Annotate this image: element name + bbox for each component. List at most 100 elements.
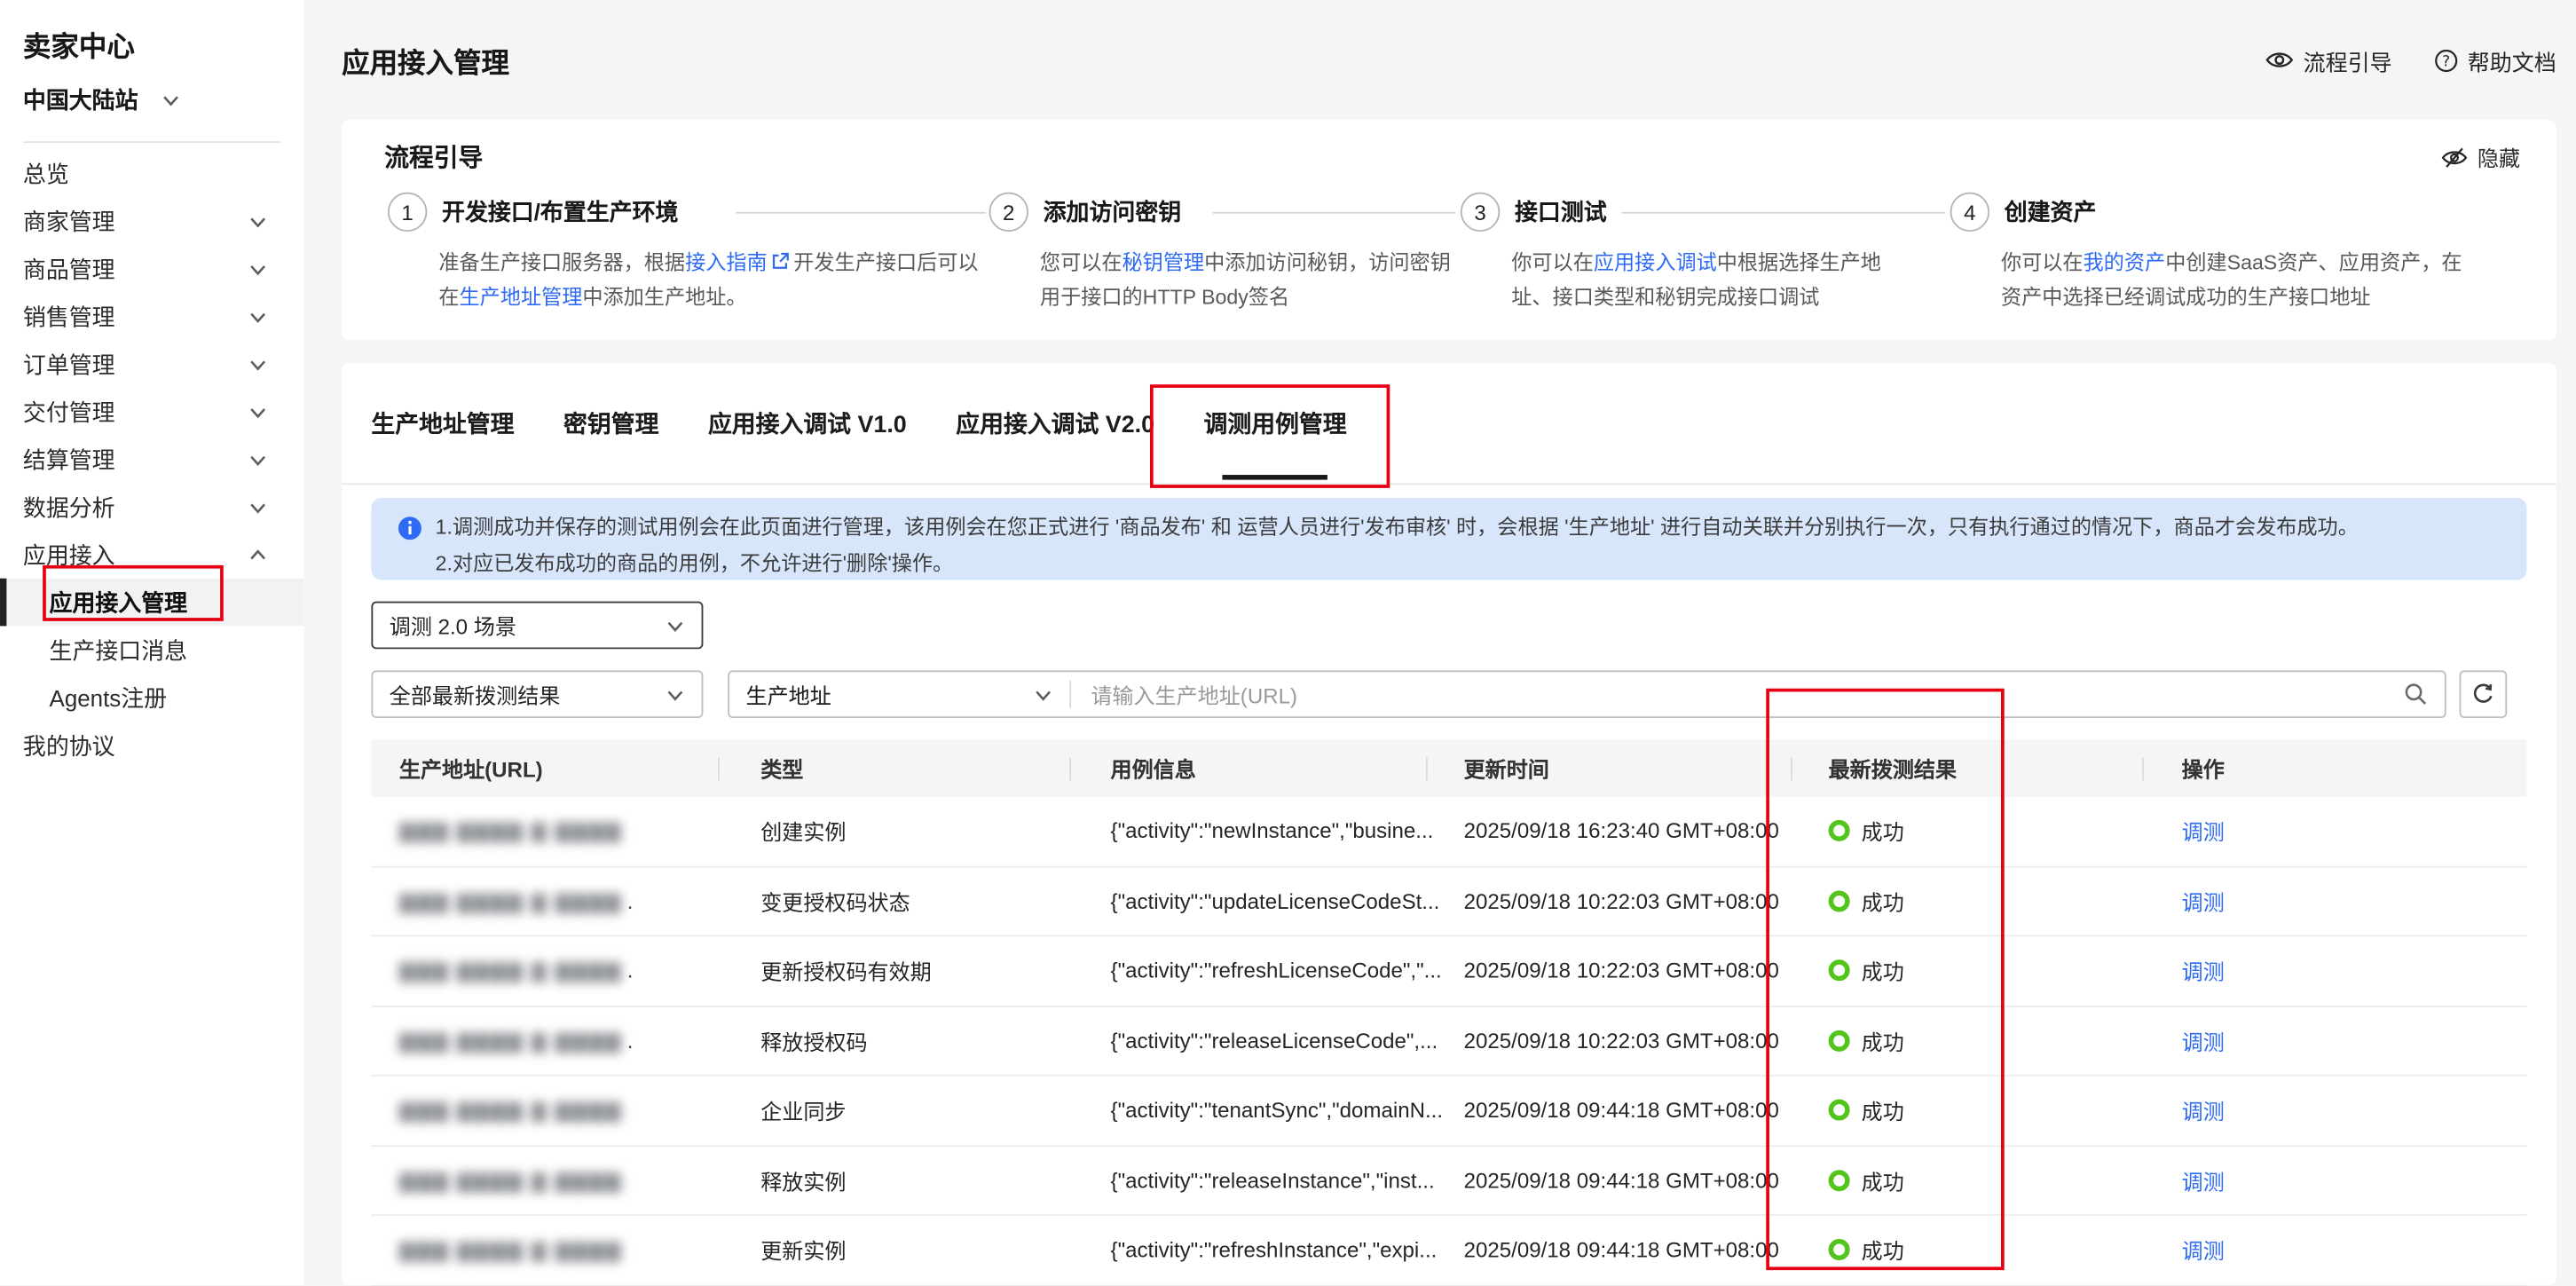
sidebar-item-settlement-mgmt[interactable]: 结算管理 bbox=[0, 436, 304, 484]
main-panel: 生产地址管理密钥管理应用接入调试 V1.0应用接入调试 V2.0调测用例管理 1… bbox=[342, 363, 2556, 1285]
url-suffix: . bbox=[627, 959, 634, 983]
sidebar-item-sales-mgmt[interactable]: 销售管理 bbox=[0, 293, 304, 341]
debug-test-link[interactable]: 调测 bbox=[2182, 1030, 2225, 1054]
search-icon[interactable] bbox=[2387, 682, 2445, 706]
chevron-down-icon bbox=[1034, 684, 1053, 704]
chevron-down-icon bbox=[248, 449, 268, 469]
result-filter-select[interactable]: 全部最新拨测结果 bbox=[371, 670, 703, 718]
debug-test-link[interactable]: 调测 bbox=[2182, 1239, 2225, 1264]
sidebar-item-data-analysis[interactable]: 数据分析 bbox=[0, 483, 304, 531]
filter-row: 全部最新拨测结果 生产地址 请输入生产地址(URL) bbox=[371, 670, 2526, 718]
cell-case-info: {"activity":"newInstance","busine... bbox=[1069, 818, 1426, 843]
guide-link[interactable]: 我的资产 bbox=[2084, 251, 2166, 274]
help-doc-label: 帮助文档 bbox=[2468, 43, 2556, 76]
refresh-button[interactable] bbox=[2460, 670, 2508, 718]
sidebar-divider bbox=[23, 141, 281, 143]
blurred-url: ▇▇▇ ▇▇▇▇ ▇ ▇▇▇▇ bbox=[399, 890, 622, 913]
cell-type: 创建实例 bbox=[718, 816, 1069, 847]
cell-status: 成功 bbox=[1791, 816, 2142, 847]
search-field-select[interactable]: 生产地址 bbox=[729, 679, 1069, 710]
cell-updated-time: 2025/09/18 09:44:18 GMT+08:00 bbox=[1426, 1168, 1791, 1193]
sidebar-item-order-mgmt[interactable]: 订单管理 bbox=[0, 340, 304, 388]
cell-updated-time: 2025/09/18 16:23:40 GMT+08:00 bbox=[1426, 818, 1791, 843]
svg-text:?: ? bbox=[2442, 52, 2450, 69]
table-row: ▇▇▇ ▇▇▇▇ ▇ ▇▇▇▇更新实例{"activity":"refreshI… bbox=[371, 1216, 2526, 1286]
chevron-down-icon bbox=[248, 497, 268, 517]
sidebar-item-label: 销售管理 bbox=[23, 300, 115, 333]
table-row: ▇▇▇ ▇▇▇▇ ▇ ▇▇▇▇.变更授权码状态{"activity":"upda… bbox=[371, 867, 2526, 937]
column-header-0: 生产地址(URL) bbox=[371, 753, 718, 784]
debug-test-link[interactable]: 调测 bbox=[2182, 820, 2225, 845]
success-status-icon bbox=[1829, 1100, 1850, 1121]
step-number-badge: 2 bbox=[989, 193, 1028, 232]
blurred-url: ▇▇▇ ▇▇▇▇ ▇ ▇▇▇▇ bbox=[399, 1239, 622, 1262]
status-label: 成功 bbox=[1862, 1025, 1904, 1056]
region-selector[interactable]: 中国大陆站 bbox=[0, 64, 304, 116]
guide-step-head: 4创建资产 bbox=[1950, 193, 2476, 230]
guide-link[interactable]: 生产地址管理 bbox=[459, 286, 582, 309]
sidebar-item-label: 数据分析 bbox=[23, 491, 115, 524]
external-link-icon bbox=[768, 251, 794, 274]
chevron-down-icon bbox=[248, 306, 268, 326]
guide-toggle-button[interactable]: 流程引导 bbox=[2265, 43, 2392, 76]
cell-url: ▇▇▇ ▇▇▇▇ ▇ ▇▇▇▇ bbox=[371, 818, 718, 843]
cell-status: 成功 bbox=[1791, 1094, 2142, 1125]
table-row: ▇▇▇ ▇▇▇▇ ▇ ▇▇▇▇企业同步{"activity":"tenantSy… bbox=[371, 1077, 2526, 1147]
cell-status: 成功 bbox=[1791, 1025, 2142, 1056]
tab-4[interactable]: 调测用例管理 bbox=[1204, 363, 1347, 483]
cell-case-info: {"activity":"refreshInstance","expi... bbox=[1069, 1238, 1426, 1263]
help-icon: ? bbox=[2435, 49, 2458, 72]
success-status-icon bbox=[1829, 960, 1850, 982]
guide-panel-title: 流程引导 bbox=[384, 139, 483, 174]
guide-steps: 1开发接口/布置生产环境准备生产接口服务器，根据接入指南开发生产接口后可以在生产… bbox=[342, 193, 2556, 351]
debug-test-link[interactable]: 调测 bbox=[2182, 960, 2225, 985]
cell-case-info: {"activity":"updateLicenseCodeSt... bbox=[1069, 888, 1426, 913]
guide-link[interactable]: 接入指南 bbox=[685, 251, 768, 274]
sidebar-item-app-access[interactable]: 应用接入 bbox=[0, 531, 304, 579]
sidebar-item-app-access-mgmt[interactable]: 应用接入管理 bbox=[0, 579, 304, 627]
debug-test-link[interactable]: 调测 bbox=[2182, 890, 2225, 915]
chevron-down-icon bbox=[248, 259, 268, 279]
step-number-badge: 1 bbox=[388, 193, 427, 232]
refresh-icon bbox=[2471, 682, 2496, 706]
sidebar: 卖家中心 中国大陆站 总览商家管理商品管理销售管理订单管理交付管理结算管理数据分… bbox=[0, 0, 304, 1285]
guide-link[interactable]: 应用接入调试 bbox=[1594, 251, 1717, 274]
sidebar-item-overview[interactable]: 总览 bbox=[0, 149, 304, 197]
cell-url: ▇▇▇ ▇▇▇▇ ▇ ▇▇▇▇. bbox=[371, 959, 718, 983]
cell-case-info: {"activity":"releaseLicenseCode",... bbox=[1069, 1029, 1426, 1053]
chevron-down-icon bbox=[161, 91, 180, 110]
guide-step-desc: 你可以在我的资产中创建SaaS资产、应用资产，在资产中选择已经调试成功的生产接口… bbox=[2001, 247, 2476, 316]
debug-test-link[interactable]: 调测 bbox=[2182, 1100, 2225, 1124]
search-input[interactable]: 请输入生产地址(URL) bbox=[1071, 679, 2387, 710]
cell-type: 企业同步 bbox=[718, 1094, 1069, 1125]
chevron-down-icon bbox=[666, 615, 685, 635]
tab-1[interactable]: 密钥管理 bbox=[563, 363, 658, 483]
tab-0[interactable]: 生产地址管理 bbox=[371, 363, 514, 483]
tab-3[interactable]: 应用接入调试 V2.0 bbox=[956, 363, 1154, 483]
tab-2[interactable]: 应用接入调试 V1.0 bbox=[708, 363, 907, 483]
blurred-url: ▇▇▇ ▇▇▇▇ ▇ ▇▇▇▇ bbox=[399, 1170, 622, 1193]
sidebar-item-product-mgmt[interactable]: 商品管理 bbox=[0, 245, 304, 293]
debug-test-link[interactable]: 调测 bbox=[2182, 1170, 2225, 1195]
chevron-down-icon bbox=[248, 402, 268, 422]
topbar-actions: 流程引导 ? 帮助文档 bbox=[2265, 43, 2556, 76]
help-doc-link[interactable]: ? 帮助文档 bbox=[2435, 43, 2556, 76]
guide-step-desc: 你可以在应用接入调试中根据选择生产地址、接口类型和秘钥完成接口调试 bbox=[1511, 247, 1901, 316]
status-label: 成功 bbox=[1862, 1235, 1904, 1266]
scene-select-value: 调测 2.0 场景 bbox=[390, 610, 516, 641]
guide-step-title: 开发接口/布置生产环境 bbox=[442, 195, 678, 228]
sidebar-item-prod-api-msg[interactable]: 生产接口消息 bbox=[0, 626, 304, 674]
sidebar-item-delivery-mgmt[interactable]: 交付管理 bbox=[0, 388, 304, 436]
info-icon bbox=[398, 516, 422, 580]
sidebar-item-merchant-mgmt[interactable]: 商家管理 bbox=[0, 197, 304, 245]
cell-updated-time: 2025/09/18 09:44:18 GMT+08:00 bbox=[1426, 1098, 1791, 1123]
sidebar-item-agents-register[interactable]: Agents注册 bbox=[0, 674, 304, 722]
scene-select[interactable]: 调测 2.0 场景 bbox=[371, 602, 703, 650]
hide-guide-button[interactable]: 隐藏 bbox=[2441, 141, 2520, 172]
search-field-value: 生产地址 bbox=[746, 679, 831, 710]
sidebar-item-my-agreements[interactable]: 我的协议 bbox=[0, 722, 304, 769]
guide-link[interactable]: 秘钥管理 bbox=[1123, 251, 1205, 274]
brand-title: 卖家中心 bbox=[0, 0, 304, 64]
sidebar-menu: 总览商家管理商品管理销售管理订单管理交付管理结算管理数据分析应用接入应用接入管理… bbox=[0, 149, 304, 769]
success-status-icon bbox=[1829, 1170, 1850, 1191]
